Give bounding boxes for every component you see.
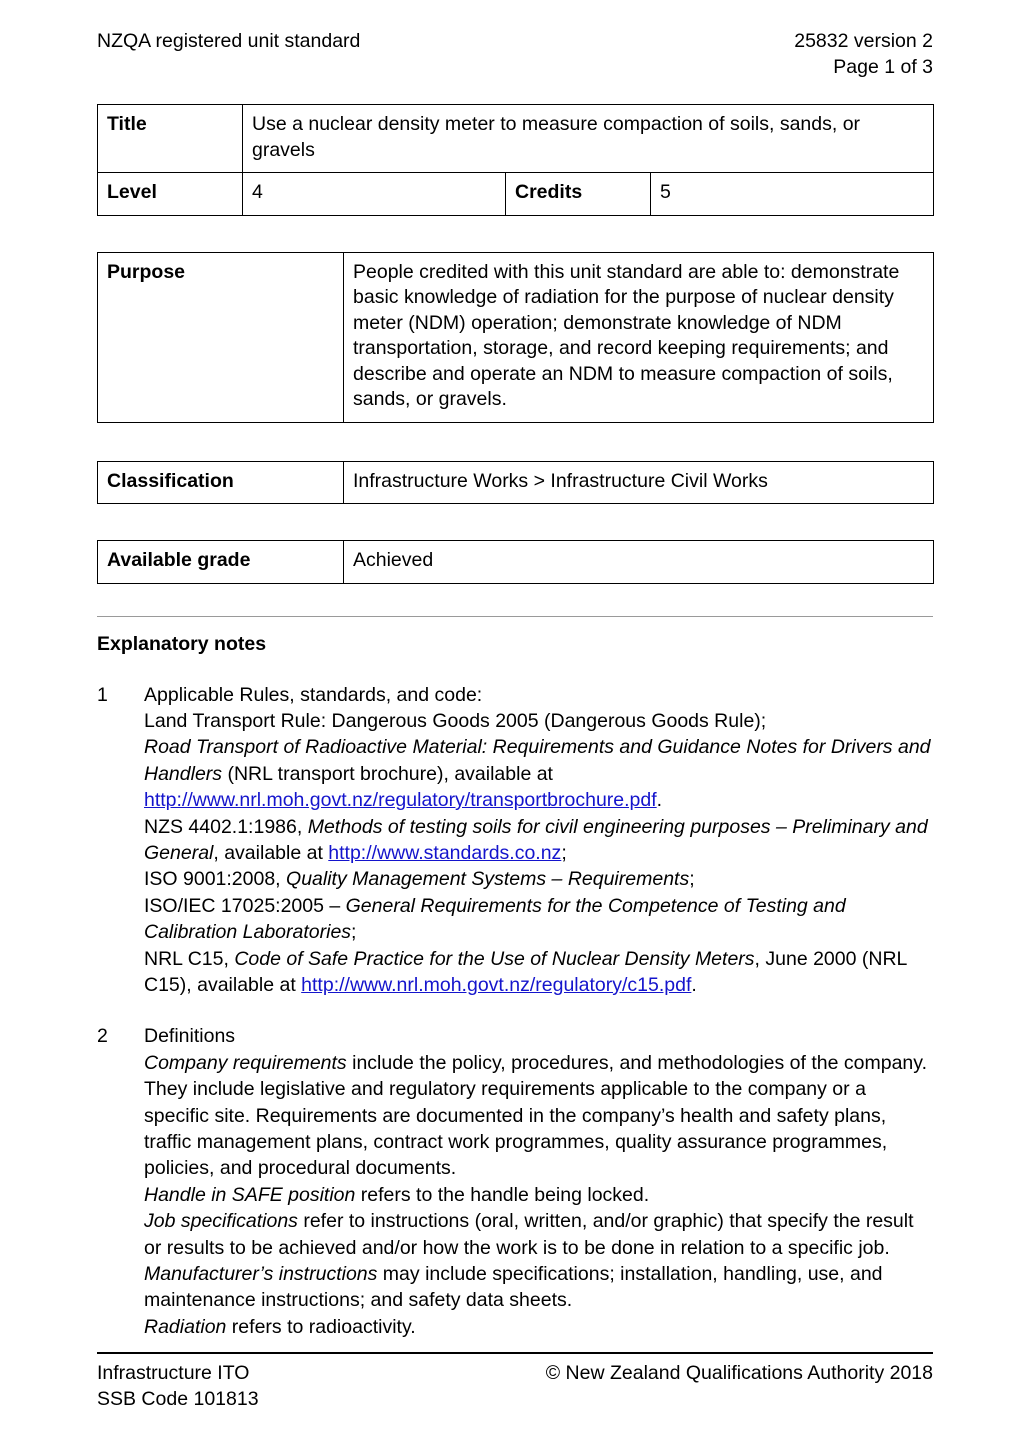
definition-term: Radiation bbox=[144, 1315, 227, 1338]
note1-land-transport-rule: Land Transport Rule: Dangerous Goods 200… bbox=[144, 709, 767, 732]
definition-company-requirements: Company requirements include the policy,… bbox=[144, 1050, 933, 1182]
footer-organisation: Infrastructure ITO SSB Code 101813 bbox=[97, 1362, 259, 1410]
link-c15-pdf[interactable]: http://www.nrl.moh.govt.nz/regulatory/c1… bbox=[301, 974, 691, 996]
credits-label: Credits bbox=[505, 172, 651, 216]
definition-term: Job specifications bbox=[144, 1210, 298, 1233]
note1-road-transport-reference: Road Transport of Radioactive Material: … bbox=[144, 736, 931, 812]
note-number: 1 bbox=[97, 683, 108, 706]
document-header: NZQA registered unit standard 25832 vers… bbox=[97, 0, 933, 80]
available-grade-label: Available grade bbox=[97, 540, 344, 584]
footer-row: Infrastructure ITO SSB Code 101813 © New… bbox=[97, 1361, 933, 1412]
iso17025-prefix: ISO/IEC 17025:2005 – bbox=[144, 894, 346, 917]
link-standards-co-nz[interactable]: http://www.standards.co.nz bbox=[328, 842, 561, 864]
classification-label: Classification bbox=[97, 460, 344, 504]
nrl-prefix: NRL C15, bbox=[144, 947, 235, 970]
table-row: Title Use a nuclear density meter to mea… bbox=[97, 104, 935, 173]
header-standard-version: 25832 version 2 bbox=[794, 30, 933, 52]
note2-heading: Definitions bbox=[144, 1025, 236, 1048]
available-grade-value: Achieved bbox=[343, 540, 934, 584]
table-row: Classification Infrastructure Works > In… bbox=[97, 460, 934, 504]
note1-iso17025-reference: ISO/IEC 17025:2005 – General Requirement… bbox=[144, 894, 846, 944]
footer-divider bbox=[97, 1352, 933, 1354]
page-content: NZQA registered unit standard 25832 vers… bbox=[97, 0, 935, 1340]
classification-table: Classification Infrastructure Works > In… bbox=[97, 460, 934, 505]
nrl-title: Code of Safe Practice for the Use of Nuc… bbox=[234, 947, 755, 970]
header-title: NZQA registered unit standard bbox=[97, 30, 361, 52]
level-value: 4 bbox=[242, 172, 506, 216]
purpose-table: Purpose People credited with this unit s… bbox=[97, 251, 934, 423]
note-body: Applicable Rules, standards, and code: L… bbox=[144, 682, 933, 999]
definition-term: Company requirements bbox=[144, 1051, 347, 1074]
note1-nrl-c15-reference: NRL C15, Code of Safe Practice for the U… bbox=[144, 947, 907, 996]
purpose-label: Purpose bbox=[97, 251, 344, 423]
footer-copyright: © New Zealand Qualifications Authority 2… bbox=[545, 1362, 933, 1384]
table-row: Level 4 Credits 5 bbox=[97, 172, 935, 216]
link-transport-brochure[interactable]: http://www.nrl.moh.govt.nz/regulatory/tr… bbox=[144, 789, 657, 811]
iso9001-prefix: ISO 9001:2008, bbox=[144, 868, 287, 891]
credits-value: 5 bbox=[649, 172, 935, 216]
classification-value: Infrastructure Works > Infrastructure Ci… bbox=[343, 460, 934, 504]
road-transport-tail: (NRL transport brochure), available at bbox=[222, 762, 553, 785]
table-row: Purpose People credited with this unit s… bbox=[97, 251, 934, 423]
table-row: Available grade Achieved bbox=[97, 540, 934, 584]
document-footer: Infrastructure ITO SSB Code 101813 © New… bbox=[97, 1352, 933, 1412]
title-label: Title bbox=[97, 104, 243, 173]
definition-term: Manufacturer’s instructions bbox=[144, 1263, 378, 1286]
header-page-number: Page 1 of 3 bbox=[833, 56, 933, 78]
header-meta: 25832 version 2 Page 1 of 3 bbox=[794, 28, 933, 80]
note1-intro: Applicable Rules, standards, and code: bbox=[144, 683, 483, 706]
explanatory-note-1: 1 Applicable Rules, standards, and code:… bbox=[97, 682, 933, 999]
available-grade-table: Available grade Achieved bbox=[97, 540, 934, 584]
definition-text: refers to the handle being locked. bbox=[355, 1183, 650, 1206]
nzs-prefix: NZS 4402.1:1986, bbox=[144, 815, 308, 838]
definition-job-specifications: Job specifications refer to instructions… bbox=[144, 1208, 933, 1261]
definition-manufacturers-instructions: Manufacturer’s instructions may include … bbox=[144, 1261, 933, 1314]
section-divider bbox=[97, 615, 933, 617]
note-body: Definitions Company requirements include… bbox=[144, 1023, 933, 1340]
explanatory-notes-heading: Explanatory notes bbox=[97, 632, 267, 655]
note-number: 2 bbox=[97, 1025, 108, 1048]
explanatory-note-2: 2 Definitions Company requirements inclu… bbox=[97, 1023, 933, 1340]
title-table: Title Use a nuclear density meter to mea… bbox=[97, 104, 935, 216]
note1-iso9001-reference: ISO 9001:2008, Quality Management System… bbox=[144, 868, 695, 891]
note1-nzs-reference: NZS 4402.1:1986, Methods of testing soil… bbox=[144, 815, 928, 864]
definition-text: refers to radioactivity. bbox=[226, 1315, 416, 1338]
document-page: NZQA registered unit standard 25832 vers… bbox=[0, 0, 1020, 1443]
iso9001-title: Quality Management Systems – Requirement… bbox=[286, 868, 690, 891]
nzs-mid: , available at bbox=[213, 841, 329, 864]
title-value: Use a nuclear density meter to measure c… bbox=[241, 104, 935, 173]
purpose-value: People credited with this unit standard … bbox=[343, 251, 934, 423]
definition-radiation: Radiation refers to radioactivity. bbox=[144, 1314, 933, 1340]
definition-handle-safe-position: Handle in SAFE position refers to the ha… bbox=[144, 1182, 933, 1208]
level-label: Level bbox=[97, 172, 243, 216]
definition-term: Handle in SAFE position bbox=[144, 1183, 356, 1206]
